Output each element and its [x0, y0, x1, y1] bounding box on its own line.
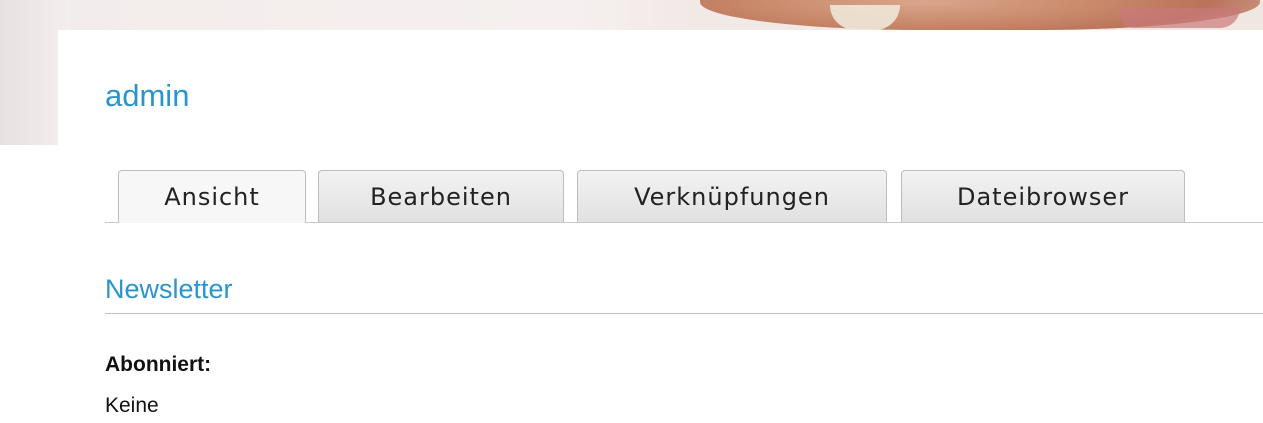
user-profile-page: admin Ansicht Bearbeiten Verknüpfungen D…	[0, 0, 1263, 423]
subscribed-value: Keine	[105, 394, 159, 417]
tab-bar: Ansicht Bearbeiten Verknüpfungen Dateibr…	[105, 170, 1263, 223]
tab-verknuepfungen[interactable]: Verknüpfungen	[577, 170, 887, 222]
newsletter-section-title: Newsletter	[105, 274, 1263, 314]
content-panel	[58, 30, 1263, 423]
banner-photo-detail	[1120, 8, 1240, 28]
page-title: admin	[105, 78, 190, 113]
tab-dateibrowser[interactable]: Dateibrowser	[901, 170, 1185, 222]
tab-bearbeiten[interactable]: Bearbeiten	[318, 170, 564, 222]
tab-ansicht[interactable]: Ansicht	[118, 170, 306, 223]
subscribed-label: Abonniert:	[105, 353, 212, 376]
